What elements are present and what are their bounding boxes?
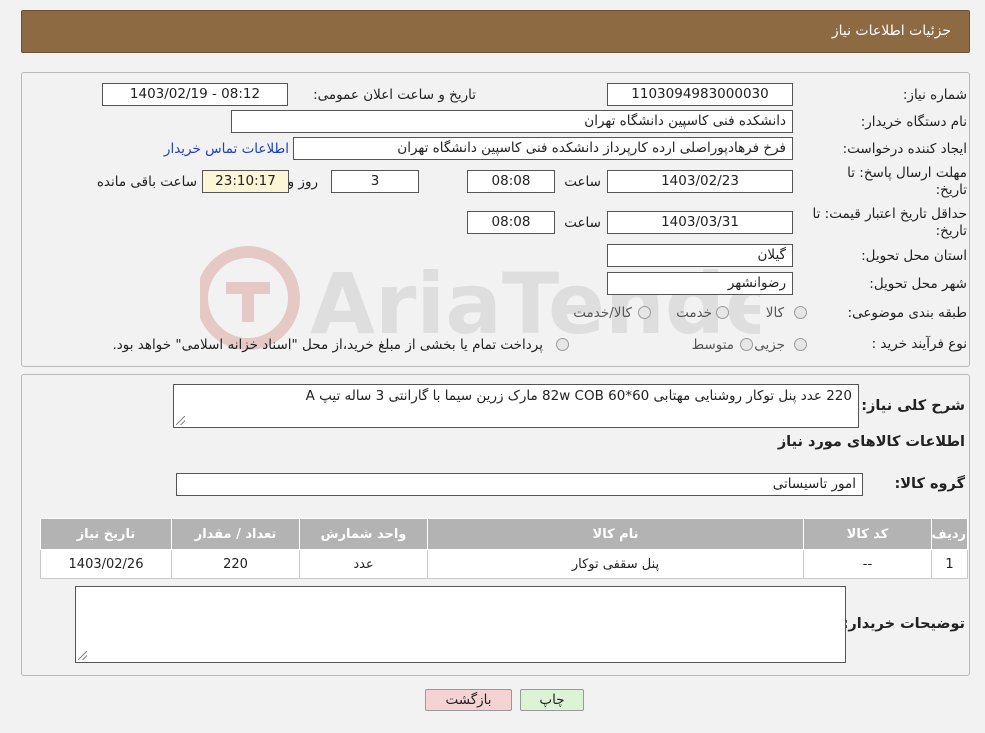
remaining-time-label: ساعت باقی مانده [96, 174, 197, 190]
category-radio-goods[interactable] [794, 306, 807, 319]
table-row[interactable]: 1 -- پنل سقفی توکار عدد 220 1403/02/26 [40, 549, 968, 579]
deadline-label: مهلت ارسال پاسخ: تا [847, 165, 967, 181]
validity-time-label: ساعت [564, 215, 601, 231]
process-option-minor: جزیی [754, 337, 785, 353]
need-summary-text: 220 عدد پنل توکار روشنایی مهتابی 60*60 8… [305, 388, 852, 404]
announce-datetime-field[interactable]: 1403/02/19 - 08:12 [102, 83, 288, 106]
need-summary-label: شرح کلی نیاز: [861, 398, 965, 414]
goods-group-field[interactable]: امور تاسیساتی [176, 473, 863, 496]
city-label: شهر محل تحویل: [869, 276, 967, 292]
col-header-quantity: تعداد / مقدار [171, 518, 300, 550]
validity-date-field[interactable]: 1403/03/31 [607, 211, 793, 234]
category-option-goods: کالا [765, 305, 784, 321]
resize-grip-icon[interactable] [78, 651, 87, 660]
need-number-label: شماره نیاز: [902, 87, 967, 103]
province-field[interactable]: گیلان [607, 244, 793, 267]
print-button[interactable]: چاپ [520, 689, 584, 711]
validity-label: حداقل تاریخ اعتبار قیمت: تا [812, 206, 967, 222]
buyer-contact-link[interactable]: اطلاعات تماس خریدار [164, 141, 289, 157]
col-header-name: نام کالا [427, 518, 804, 550]
cell-goods-code: -- [803, 549, 932, 579]
process-radio-medium[interactable] [740, 338, 753, 351]
cell-row-number: 1 [931, 549, 968, 579]
remaining-days-field[interactable]: 3 [331, 170, 419, 193]
province-label: استان محل تحویل: [861, 248, 967, 264]
resize-grip-icon[interactable] [176, 416, 185, 425]
city-field[interactable]: رضوانشهر [607, 272, 793, 295]
col-header-code: کد کالا [803, 518, 932, 550]
page-title: جزئیات اطلاعات نیاز [831, 23, 951, 39]
creator-label: ایجاد کننده درخواست: [842, 141, 967, 157]
treasury-payment-note: پرداخت تمام یا بخشی از مبلغ خرید،از محل … [112, 337, 543, 353]
col-header-unit: واحد شمارش [299, 518, 428, 550]
back-button[interactable]: بازگشت [425, 689, 512, 711]
cell-unit: عدد [299, 549, 428, 579]
need-summary-field[interactable]: 220 عدد پنل توکار روشنایی مهتابی 60*60 8… [173, 384, 859, 428]
buyer-notes-label: توضیحات خریدار: [842, 616, 965, 632]
days-label: روز و [287, 174, 318, 190]
treasury-payment-radio[interactable] [556, 338, 569, 351]
deadline-time-label: ساعت [564, 174, 601, 190]
buyer-org-field[interactable]: دانشکده فنی کاسپین دانشگاه تهران [231, 110, 793, 133]
category-radio-goods-service[interactable] [638, 306, 651, 319]
buyer-notes-field[interactable] [75, 586, 846, 663]
validity-time-field[interactable]: 08:08 [467, 211, 555, 234]
process-radio-minor[interactable] [794, 338, 807, 351]
items-section-title: اطلاعات کالاهای مورد نیاز [777, 434, 965, 450]
buyer-org-label: نام دستگاه خریدار: [860, 114, 967, 130]
remaining-time-field[interactable]: 23:10:17 [202, 170, 289, 193]
items-table-wrap: ردیف کد کالا نام کالا واحد شمارش تعداد /… [40, 518, 968, 579]
validity-label-date: تاریخ: [935, 223, 967, 239]
process-option-medium: متوسط [691, 337, 734, 353]
deadline-date-field[interactable]: 1403/02/23 [607, 170, 793, 193]
col-header-row: ردیف [931, 518, 968, 550]
deadline-time-field[interactable]: 08:08 [467, 170, 555, 193]
cell-goods-name: پنل سقفی توکار [427, 549, 804, 579]
category-option-goods-service: کالا/خدمت [573, 305, 632, 321]
items-table: ردیف کد کالا نام کالا واحد شمارش تعداد /… [40, 518, 968, 579]
announce-datetime-label: تاریخ و ساعت اعلان عمومی: [313, 87, 476, 103]
col-header-need-date: تاریخ نیاز [40, 518, 172, 550]
deadline-label-date: تاریخ: [935, 182, 967, 198]
need-number-field[interactable]: 1103094983000030 [607, 83, 793, 106]
process-type-label: نوع فرآیند خرید : [871, 336, 967, 352]
category-radio-service[interactable] [716, 306, 729, 319]
goods-group-label: گروه کالا: [894, 476, 965, 492]
cell-quantity: 220 [171, 549, 300, 579]
category-label: طبقه بندی موضوعی: [847, 305, 967, 321]
items-table-header: ردیف کد کالا نام کالا واحد شمارش تعداد /… [40, 518, 968, 550]
cell-need-date: 1403/02/26 [40, 549, 172, 579]
category-option-service: خدمت [676, 305, 712, 321]
page-header: جزئیات اطلاعات نیاز [21, 10, 970, 53]
creator-field[interactable]: فرخ فرهادپوراصلی ارده کارپرداز دانشکده ف… [293, 137, 793, 160]
